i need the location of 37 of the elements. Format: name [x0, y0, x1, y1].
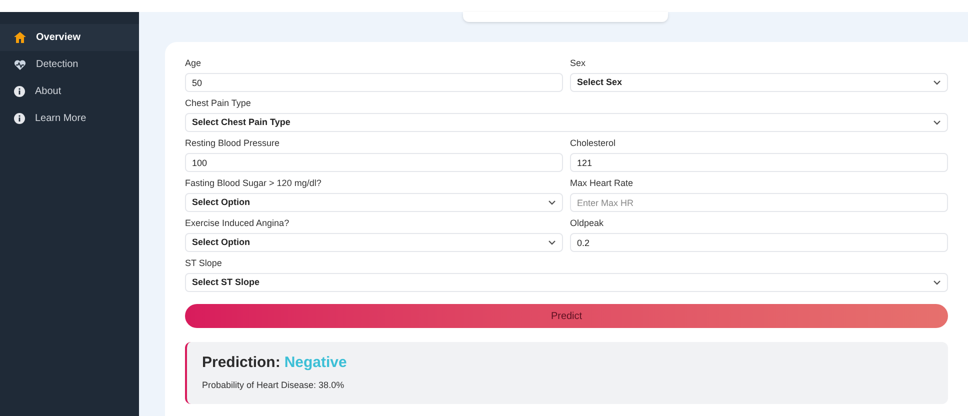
select-field[interactable]: Select Chest Pain Type: [185, 113, 948, 132]
field-label: Age: [185, 58, 202, 69]
chevron-down-icon: [933, 80, 941, 85]
sidebar-item[interactable]: Overview: [0, 24, 139, 51]
home-icon: [14, 32, 26, 43]
input-field[interactable]: 121: [570, 153, 948, 172]
heart-icon: [14, 60, 26, 70]
select-field[interactable]: Select Option: [185, 233, 563, 252]
select-field[interactable]: Select Option: [185, 193, 563, 212]
probability-text: Probability of Heart Disease: 38.0%: [202, 378, 346, 392]
info-icon: [14, 113, 25, 124]
field-label: Chest Pain Type: [185, 98, 252, 109]
prediction-outcome: Negative: [284, 353, 347, 373]
chevron-down-icon: [933, 120, 941, 125]
field-label: Oldpeak: [570, 218, 605, 229]
input-field[interactable]: Enter Max HR: [570, 193, 948, 212]
chevron-down-icon: [548, 240, 556, 245]
field-label: Max Heart Rate: [570, 178, 634, 189]
sidebar-item[interactable]: Detection: [0, 51, 139, 78]
chevron-down-icon: [548, 200, 556, 205]
field-label: Fasting Blood Sugar > 120 mg/dl?: [185, 178, 322, 189]
predict-button[interactable]: Predict: [185, 304, 948, 328]
input-field[interactable]: 100: [185, 153, 563, 172]
prediction-heading: Prediction:: [202, 353, 280, 373]
sidebar-item[interactable]: About: [0, 78, 139, 105]
info-icon: [14, 86, 25, 97]
field-label: ST Slope: [185, 258, 223, 269]
field-label: Resting Blood Pressure: [185, 138, 281, 149]
field-label: Sex: [570, 58, 587, 69]
field-label: Cholesterol: [570, 138, 617, 149]
field-label: Exercise Induced Angina?: [185, 218, 290, 229]
select-field[interactable]: Select Sex: [570, 73, 948, 92]
input-field[interactable]: 0.2: [570, 233, 948, 252]
input-field[interactable]: 50: [185, 73, 563, 92]
chevron-down-icon: [933, 280, 941, 285]
sidebar-item[interactable]: Learn More: [0, 105, 139, 132]
select-field[interactable]: Select ST Slope: [185, 273, 948, 292]
